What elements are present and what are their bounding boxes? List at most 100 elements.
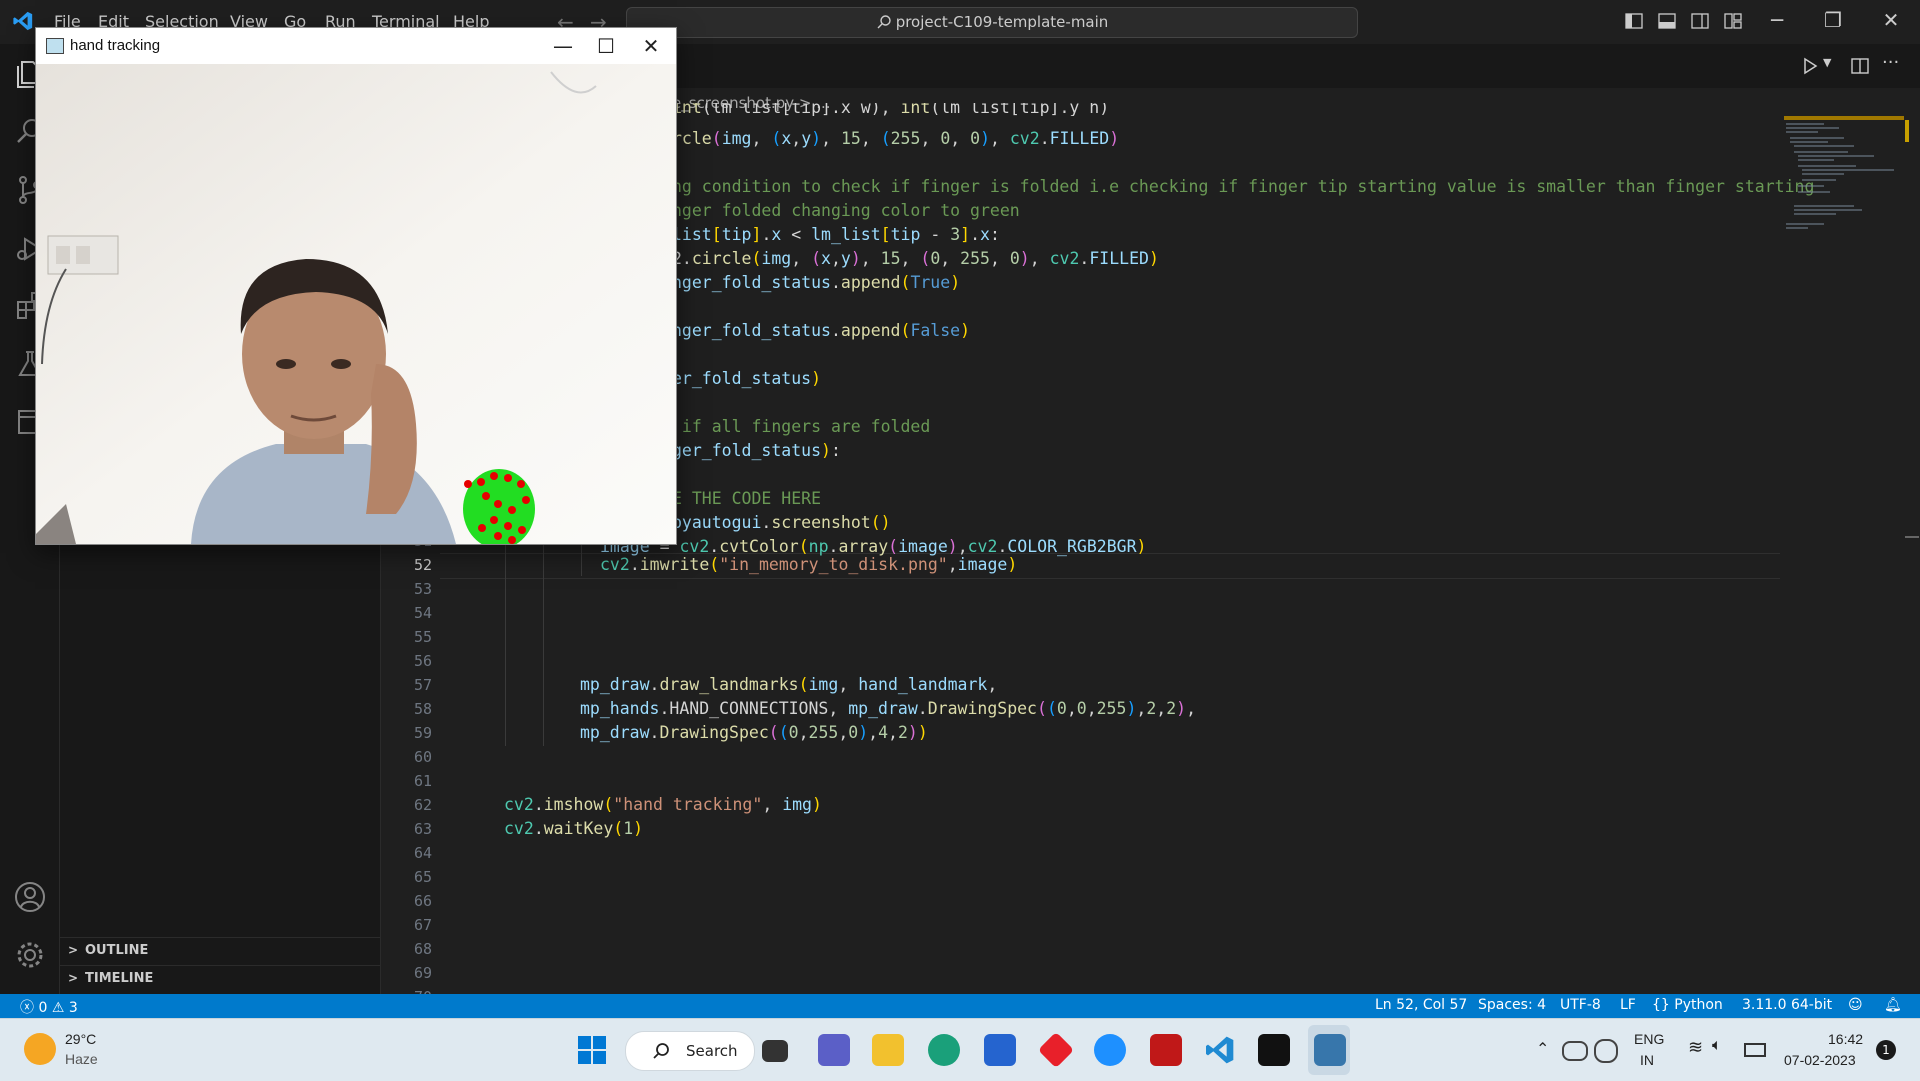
code-line[interactable]: E THE CODE HERE <box>672 487 821 511</box>
line-number: 69 <box>413 964 432 982</box>
line-number-active: 52 <box>413 556 432 574</box>
code-line[interactable]: rcle(img, (x,y), 15, (255, 0, 0), cv2.FI… <box>672 127 1119 151</box>
language-label: Python <box>1674 997 1723 1013</box>
onedrive-cloud-icon[interactable] <box>1562 1041 1588 1061</box>
app-diamond-icon[interactable] <box>1037 1031 1075 1069</box>
code-line[interactable]: int(lm_list[tip].x w), int(lm_list[tip].… <box>672 103 1109 116</box>
microsoft-store-icon[interactable] <box>984 1034 1016 1066</box>
chevron-down-icon[interactable]: ▼ <box>1823 56 1831 69</box>
clock-date[interactable]: 07-02-2023 <box>1784 1052 1856 1068</box>
warning-icon: ⚠ <box>51 1000 65 1016</box>
code-line[interactable]: ger_fold_status): <box>672 439 841 463</box>
window-minimize-icon[interactable]: ─ <box>1762 8 1792 32</box>
indentation[interactable]: Spaces: 4 <box>1478 997 1546 1013</box>
battery-icon[interactable] <box>1744 1043 1766 1057</box>
code-line[interactable]: if all fingers are folded <box>672 415 930 439</box>
outline-section[interactable]: > OUTLINE <box>60 937 380 964</box>
python-app-icon[interactable] <box>1314 1034 1346 1066</box>
show-hidden-icons-chevron-icon[interactable]: ⌃ <box>1536 1039 1549 1059</box>
line-number: 59 <box>413 724 432 742</box>
code-line[interactable]: mp_draw.draw_landmarks(img, hand_landmar… <box>580 673 997 697</box>
language-mode[interactable]: {} Python <box>1652 997 1723 1013</box>
line-number: 58 <box>413 700 432 718</box>
sync-icon[interactable] <box>1594 1039 1618 1063</box>
minimap[interactable] <box>1784 116 1904 256</box>
error-icon: ⓧ <box>20 1000 34 1016</box>
notifications-bell-icon[interactable]: 🔔︎ <box>1884 997 1902 1013</box>
feedback-icon[interactable]: ☺ <box>1848 997 1863 1013</box>
chevron-right-icon: > <box>68 971 79 985</box>
opencv-window-titlebar[interactable]: hand tracking — ☐ ✕ <box>36 28 676 64</box>
language-top[interactable]: ENG <box>1634 1031 1664 1047</box>
help-app-icon[interactable] <box>1094 1034 1126 1066</box>
notification-badge[interactable]: 1 <box>1876 1040 1896 1060</box>
end-of-line[interactable]: LF <box>1620 997 1636 1013</box>
encoding[interactable]: UTF-8 <box>1560 997 1601 1013</box>
clock-time[interactable]: 16:42 <box>1828 1031 1863 1047</box>
volume-icon[interactable]: 🔈︎ <box>1712 1037 1722 1055</box>
timeline-section[interactable]: > TIMELINE <box>60 965 380 992</box>
line-number: 68 <box>413 940 432 958</box>
code-line[interactable]: 2.circle(img, (x,y), 15, (0, 255, 0), cv… <box>672 247 1159 271</box>
opencv-window: hand tracking — ☐ ✕ <box>35 27 677 545</box>
language-bottom[interactable]: IN <box>1640 1052 1654 1068</box>
line-number: 53 <box>413 580 432 598</box>
scroll-marker <box>1905 536 1919 538</box>
terminal-icon[interactable] <box>1258 1034 1290 1066</box>
code-line[interactable]: pyautogui.screenshot() <box>672 511 891 535</box>
code-line[interactable]: cv2.imwrite("in_memory_to_disk.png",imag… <box>600 553 1017 577</box>
code-line[interactable]: nger_fold_status.append(False) <box>672 319 970 343</box>
line-number: 65 <box>413 868 432 886</box>
vscode-taskbar-icon[interactable] <box>1204 1034 1236 1066</box>
code-line[interactable]: mp_draw.DrawingSpec((0,255,0),4,2)) <box>580 721 928 745</box>
more-actions-icon[interactable]: ··· <box>1882 52 1899 73</box>
maximize-button[interactable]: ☐ <box>586 32 626 60</box>
status-bar: ⓧ 0 ⚠ 3 Ln 52, Col 57 Spaces: 4 UTF-8 LF… <box>0 994 1920 1018</box>
weather-desc[interactable]: Haze <box>65 1051 98 1067</box>
search-icon <box>877 15 891 29</box>
command-center-search[interactable]: project-C109-template-main <box>626 7 1358 38</box>
split-editor-icon[interactable] <box>1850 56 1870 76</box>
code-line[interactable]: cv2.imshow("hand tracking", img) <box>504 793 822 817</box>
edge-browser-icon[interactable] <box>928 1034 960 1066</box>
teams-chat-icon[interactable] <box>818 1034 850 1066</box>
code-line[interactable]: er_fold_status) <box>672 367 821 391</box>
chevron-right-icon: > <box>68 943 79 957</box>
code-line[interactable]: nger_fold_status.append(True) <box>672 271 960 295</box>
minimize-button[interactable]: — <box>543 32 583 60</box>
toggle-secondary-sidebar-icon[interactable] <box>1690 11 1710 31</box>
mcafee-icon[interactable] <box>1150 1034 1182 1066</box>
code-line[interactable]: ng condition to check if finger is folde… <box>672 175 1814 199</box>
toggle-panel-icon[interactable] <box>1657 11 1677 31</box>
wifi-icon[interactable]: ≋ <box>1688 1037 1703 1058</box>
weather-sun-icon[interactable] <box>24 1033 56 1065</box>
line-number: 56 <box>413 652 432 670</box>
code-line[interactable]: nger folded changing color to green <box>672 199 1020 223</box>
opencv-window-title: hand tracking <box>70 37 161 54</box>
taskbar-search[interactable]: Search <box>625 1031 755 1071</box>
close-button[interactable]: ✕ <box>631 32 671 60</box>
line-number: 54 <box>413 604 432 622</box>
code-line[interactable]: mp_hands.HAND_CONNECTIONS, mp_draw.Drawi… <box>580 697 1196 721</box>
run-python-file-icon[interactable] <box>1800 56 1820 76</box>
line-number: 61 <box>413 772 432 790</box>
toggle-primary-sidebar-icon[interactable] <box>1624 11 1644 31</box>
window-close-icon[interactable]: ✕ <box>1876 8 1906 32</box>
settings-gear-icon[interactable] <box>13 938 47 972</box>
problems-indicator[interactable]: ⓧ 0 ⚠ 3 <box>20 997 78 1017</box>
start-windows-icon[interactable] <box>576 1034 608 1066</box>
customize-layout-icon[interactable] <box>1723 11 1743 31</box>
line-number: 67 <box>413 916 432 934</box>
task-view-icon[interactable] <box>762 1040 788 1062</box>
accounts-icon[interactable] <box>13 880 47 914</box>
cursor-position[interactable]: Ln 52, Col 57 <box>1375 997 1467 1013</box>
weather-temp[interactable]: 29°C <box>65 1031 96 1047</box>
python-interpreter[interactable]: 3.11.0 64-bit <box>1742 997 1832 1013</box>
editor-scrollbar[interactable] <box>1905 116 1919 994</box>
code-line[interactable]: list[tip].x < lm_list[tip - 3].x: <box>672 223 1000 247</box>
line-number: 70 <box>392 985 432 994</box>
search-icon <box>653 1043 669 1059</box>
window-restore-icon[interactable]: ❐ <box>1818 8 1848 32</box>
code-line[interactable]: cv2.waitKey(1) <box>504 817 643 841</box>
file-explorer-icon[interactable] <box>872 1034 904 1066</box>
